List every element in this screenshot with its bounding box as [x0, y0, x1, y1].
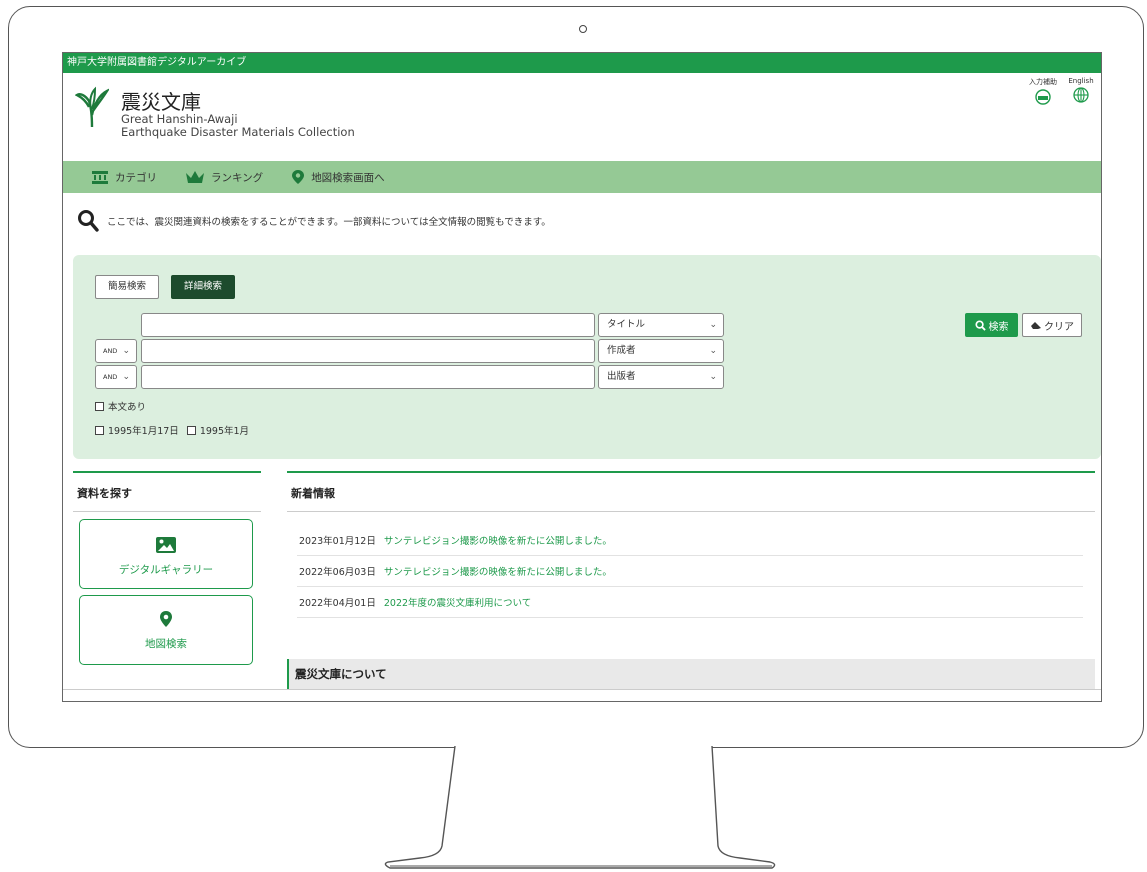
intro-section: ここでは、震災関連資料の検索をすることができます。一部資料については全文情報の閲… — [63, 199, 1101, 243]
leaf-logo-icon[interactable] — [75, 85, 109, 129]
news-date: 2022年04月01日 — [299, 598, 376, 609]
field-select-1-value: タイトル — [607, 319, 646, 330]
digital-gallery-card[interactable]: デジタルギャラリー — [79, 519, 253, 589]
date2-checkbox[interactable] — [186, 425, 196, 435]
field-select-3-value: 出版者 — [607, 371, 636, 382]
input-help-label: 入力補助 — [1029, 78, 1057, 86]
intro-text: ここでは、震災関連資料の検索をすることができます。一部資料については全文情報の閲… — [107, 217, 551, 228]
operator-select-3[interactable]: AND ⌄ — [95, 365, 137, 389]
site-title[interactable]: 震災文庫 — [121, 86, 201, 115]
map-search-card[interactable]: 地図検索 — [79, 595, 253, 665]
find-materials-section: 資料を探す デジタルギャラリー 地図検索 — [73, 471, 261, 665]
title-search-input[interactable] — [141, 313, 595, 337]
english-label: English — [1068, 77, 1094, 85]
clear-button[interactable]: クリア — [1022, 313, 1082, 337]
fulltext-checkbox[interactable] — [95, 401, 104, 411]
chevron-down-icon: ⌄ — [709, 372, 717, 382]
publisher-search-input[interactable] — [141, 365, 595, 389]
nav-category[interactable]: カテゴリ — [91, 170, 157, 185]
clear-button-label: クリア — [1044, 321, 1074, 333]
building-icon — [92, 171, 108, 184]
about-heading: 震災文庫について — [287, 659, 1095, 689]
news-link[interactable]: サンテレビジョン撮影の映像を新たに公開しました。 — [384, 533, 612, 547]
page-bottom-divider — [63, 689, 1101, 690]
map-pin-icon — [292, 170, 305, 184]
field-select-2-value: 作成者 — [607, 345, 636, 356]
author-search-input[interactable] — [141, 339, 595, 363]
english-button[interactable]: English — [1061, 77, 1101, 107]
news-item: 2022年06月03日 サンテレビジョン撮影の映像を新たに公開しました。 — [297, 556, 1083, 587]
tab-simple-search[interactable]: 簡易検索 — [95, 275, 160, 299]
nav-ranking-label: ランキング — [211, 171, 264, 184]
site-header: 震災文庫 Great Hanshin-Awaji Earthquake Disa… — [63, 73, 1101, 161]
search-button[interactable]: 検索 — [965, 313, 1018, 337]
news-date: 2023年01月12日 — [299, 536, 376, 547]
nav-map-label: 地図検索画面へ — [311, 171, 385, 184]
chevron-down-icon: ⌄ — [122, 372, 130, 382]
digital-gallery-label: デジタルギャラリー — [118, 564, 214, 576]
date-filters: 1995年1月17日 1995年1月 — [95, 423, 249, 437]
camera-dot — [579, 25, 587, 33]
field-select-3[interactable]: 出版者 ⌄ — [598, 365, 724, 389]
tab-advanced-search[interactable]: 詳細検索 — [171, 275, 236, 299]
news-date: 2022年06月03日 — [299, 567, 376, 578]
operator-select-2-value: AND — [103, 347, 118, 355]
chevron-down-icon: ⌄ — [709, 320, 717, 330]
fulltext-filter: 本文あり — [95, 399, 146, 413]
fulltext-label: 本文あり — [108, 402, 147, 413]
map-pin-icon — [160, 611, 172, 627]
news-list: 2023年01月12日 サンテレビジョン撮影の映像を新たに公開しました。 202… — [297, 525, 1083, 618]
map-search-label: 地図検索 — [145, 638, 187, 650]
news-section: 新着情報 2023年01月12日 サンテレビジョン撮影の映像を新たに公開しました… — [287, 471, 1095, 689]
search-button-label: 検索 — [988, 321, 1009, 333]
news-item: 2023年01月12日 サンテレビジョン撮影の映像を新たに公開しました。 — [297, 525, 1083, 556]
nav-category-label: カテゴリ — [115, 171, 157, 184]
image-icon — [156, 537, 176, 553]
site-top-bar[interactable]: 神戸大学附属図書館デジタルアーカイブ — [63, 53, 1101, 73]
keyboard-icon — [1035, 89, 1051, 105]
crown-icon — [186, 171, 204, 183]
search-icon — [974, 319, 986, 331]
monitor-stand — [384, 746, 776, 869]
main-nav: カテゴリ ランキング 地図検索画面へ — [63, 161, 1101, 193]
date1-label: 1995年1月17日 — [108, 426, 179, 437]
nav-map[interactable]: 地図検索画面へ — [291, 169, 385, 185]
find-materials-heading: 資料を探す — [73, 473, 261, 512]
news-link[interactable]: 2022年度の震災文庫利用について — [384, 595, 531, 609]
subtitle-line-2: Earthquake Disaster Materials Collection — [121, 124, 355, 139]
site-subtitle: Great Hanshin-Awaji Earthquake Disaster … — [121, 113, 355, 138]
input-help-button[interactable]: 入力補助 — [1023, 77, 1063, 109]
news-link[interactable]: サンテレビジョン撮影の映像を新たに公開しました。 — [384, 564, 612, 578]
operator-select-3-value: AND — [103, 373, 118, 381]
operator-select-2[interactable]: AND ⌄ — [95, 339, 137, 363]
field-select-2[interactable]: 作成者 ⌄ — [598, 339, 724, 363]
chevron-down-icon: ⌄ — [709, 346, 717, 356]
browser-screen: 神戸大学附属図書館デジタルアーカイブ 震災文庫 Great Hanshin-Aw… — [62, 52, 1102, 702]
field-select-1[interactable]: タイトル ⌄ — [598, 313, 724, 337]
subtitle-line-1: Great Hanshin-Awaji — [121, 112, 238, 126]
chevron-down-icon: ⌄ — [122, 346, 130, 356]
date1-checkbox[interactable] — [95, 425, 104, 435]
eraser-icon — [1031, 322, 1041, 329]
search-icon — [78, 210, 99, 232]
search-panel: 簡易検索 詳細検索 タイトル ⌄ AND ⌄ 作成者 ⌄ AND ⌄ 出版者 ⌄ 本文あり… — [73, 255, 1101, 459]
globe-icon — [1073, 87, 1089, 103]
nav-ranking[interactable]: ランキング — [185, 170, 263, 185]
news-heading: 新着情報 — [287, 473, 1095, 512]
news-item: 2022年04月01日 2022年度の震災文庫利用について — [297, 587, 1083, 618]
date2-label: 1995年1月 — [199, 426, 250, 437]
